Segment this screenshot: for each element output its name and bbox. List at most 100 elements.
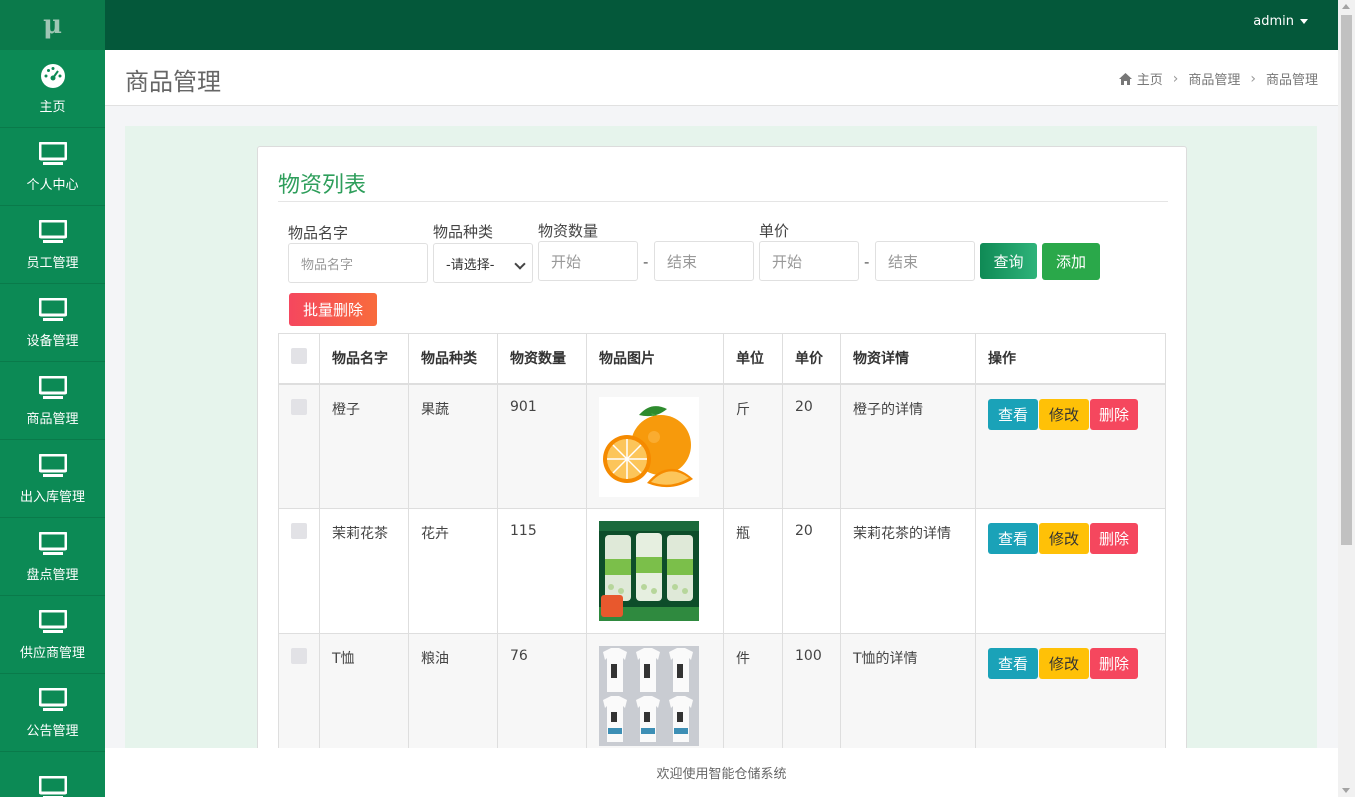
edit-button[interactable]: 修改	[1039, 523, 1089, 554]
cell-name: T恤	[319, 633, 409, 759]
cell-detail: T恤的详情	[840, 633, 976, 759]
cell-name: 橙子	[319, 383, 409, 509]
monitor-icon	[38, 140, 67, 168]
table-row: T恤 粮油 76 件 100 T恤的详情 查看 修改 删除	[278, 633, 1166, 759]
monitor-icon	[38, 686, 67, 714]
cell-price: 20	[782, 383, 841, 509]
tea-image[interactable]	[599, 521, 699, 621]
cell-unit: 斤	[723, 383, 783, 509]
sidebar-item-home[interactable]: 主页	[0, 50, 105, 128]
row-select-cell	[278, 508, 320, 634]
page-header: 商品管理 主页 › 商品管理 › 商品管理	[105, 50, 1338, 106]
type-filter-select[interactable]: -请选择-	[433, 243, 533, 283]
column-header[interactable]: 物品图片	[586, 333, 724, 385]
sidebar-item-staff[interactable]: 员工管理	[0, 206, 105, 284]
price-end-input[interactable]: 结束	[875, 241, 975, 281]
price-start-input[interactable]: 开始	[759, 241, 859, 281]
list-card: 物资列表 物品名字 物品名字 物品种类 -请选择- 物资数量 开始 - 结束 单…	[257, 146, 1187, 786]
cell-unit: 瓶	[723, 508, 783, 634]
sidebar-item-label: 主页	[39, 100, 66, 115]
monitor-icon	[38, 530, 67, 558]
table-row: 橙子 果蔬 901 斤 20 橙子的详情 查看 修改 删除	[278, 383, 1166, 509]
qty-start-input[interactable]: 开始	[538, 241, 638, 281]
cell-name: 茉莉花茶	[319, 508, 409, 634]
row-checkbox[interactable]	[291, 523, 307, 539]
scrollbar-thumb[interactable]	[1341, 15, 1352, 545]
breadcrumb-item[interactable]: 商品管理	[1188, 69, 1240, 88]
edit-button[interactable]: 修改	[1039, 648, 1089, 679]
add-button[interactable]: 添加	[1042, 243, 1100, 280]
chevron-right-icon: ›	[1172, 70, 1179, 87]
breadcrumb-label: 主页	[1136, 73, 1163, 88]
breadcrumb-home[interactable]: 主页	[1118, 69, 1163, 88]
sidebar-item-suppliers[interactable]: 供应商管理	[0, 596, 105, 674]
app-logo[interactable]: μ	[0, 0, 105, 50]
sidebar-item-products[interactable]: 商品管理	[0, 362, 105, 440]
qty-end-input[interactable]: 结束	[654, 241, 754, 281]
breadcrumb-current: 商品管理	[1265, 73, 1318, 88]
batch-delete-button[interactable]: 批量删除	[289, 293, 377, 326]
delete-button[interactable]: 删除	[1090, 398, 1138, 430]
top-navbar: admin	[105, 0, 1338, 50]
cell-detail: 茉莉花茶的详情	[840, 508, 976, 634]
orange-image[interactable]	[599, 396, 699, 497]
cell-type: 粮油	[408, 633, 498, 759]
monitor-icon	[38, 608, 67, 636]
cell-detail: 橙子的详情	[840, 383, 976, 509]
sidebar-item-label: 盘点管理	[26, 568, 79, 583]
monitor-icon	[38, 374, 67, 402]
delete-button[interactable]: 删除	[1090, 648, 1138, 679]
cell-actions: 查看 修改 删除	[975, 633, 1166, 759]
name-filter-input[interactable]: 物品名字	[288, 243, 428, 283]
sidebar-item-label: 供应商管理	[19, 646, 85, 661]
name-filter-label: 物品名字	[288, 224, 349, 242]
cell-price: 100	[782, 633, 841, 759]
qty-filter-label: 物资数量	[538, 222, 599, 240]
column-header[interactable]: 单价	[782, 333, 841, 385]
sidebar-item-notices[interactable]: 公告管理	[0, 674, 105, 752]
monitor-icon	[38, 296, 67, 324]
cell-type: 花卉	[408, 508, 498, 634]
tshirt-image[interactable]	[599, 646, 699, 746]
user-menu[interactable]: admin	[1253, 14, 1308, 29]
chevron-right-icon: ›	[1250, 70, 1256, 87]
column-header[interactable]: 物品种类	[408, 333, 498, 385]
row-checkbox[interactable]	[291, 648, 307, 664]
sidebar-item-label: 设备管理	[26, 334, 79, 349]
view-button[interactable]: 查看	[988, 398, 1038, 430]
chevron-down-icon	[514, 258, 526, 270]
footer: 欢迎使用智能仓储系统	[105, 748, 1338, 797]
select-all-cell	[278, 333, 320, 385]
scroll-up-arrow-icon[interactable]	[1342, 4, 1350, 9]
products-table: 物品名字 物品种类 物资数量 物品图片 单位 单价 物资详情 操作 橙子 果蔬 …	[278, 333, 1166, 759]
query-button[interactable]: 查询	[980, 243, 1037, 279]
sidebar-item-equipment[interactable]: 设备管理	[0, 284, 105, 362]
view-button[interactable]: 查看	[988, 648, 1038, 679]
sidebar-item-label: 出入库管理	[19, 490, 85, 505]
monitor-icon	[38, 452, 67, 480]
column-header[interactable]: 物资数量	[497, 333, 587, 385]
scroll-down-arrow-icon[interactable]	[1342, 788, 1350, 793]
monitor-icon	[38, 218, 67, 246]
sidebar-item-profile[interactable]: 个人中心	[0, 128, 105, 206]
cell-image	[586, 383, 724, 509]
caret-down-icon	[1300, 19, 1308, 24]
vertical-scrollbar[interactable]	[1338, 0, 1355, 797]
sidebar-item-inout[interactable]: 出入库管理	[0, 440, 105, 518]
cell-price: 20	[782, 508, 841, 634]
cell-image	[586, 633, 724, 759]
delete-button[interactable]: 删除	[1090, 523, 1138, 554]
sidebar-item-inventory[interactable]: 盘点管理	[0, 518, 105, 596]
range-dash: -	[643, 253, 649, 271]
column-header[interactable]: 单位	[723, 333, 783, 385]
sidebar-item-more[interactable]	[0, 752, 105, 797]
cell-actions: 查看 修改 删除	[975, 508, 1166, 634]
view-button[interactable]: 查看	[988, 523, 1038, 554]
edit-button[interactable]: 修改	[1039, 398, 1089, 430]
column-header[interactable]: 物品名字	[319, 333, 409, 385]
column-header[interactable]: 物资详情	[840, 333, 976, 385]
row-checkbox[interactable]	[291, 398, 307, 415]
table-header-row: 物品名字 物品种类 物资数量 物品图片 单位 单价 物资详情 操作	[278, 333, 1166, 385]
select-all-checkbox[interactable]	[291, 348, 307, 365]
column-header: 操作	[975, 333, 1166, 385]
